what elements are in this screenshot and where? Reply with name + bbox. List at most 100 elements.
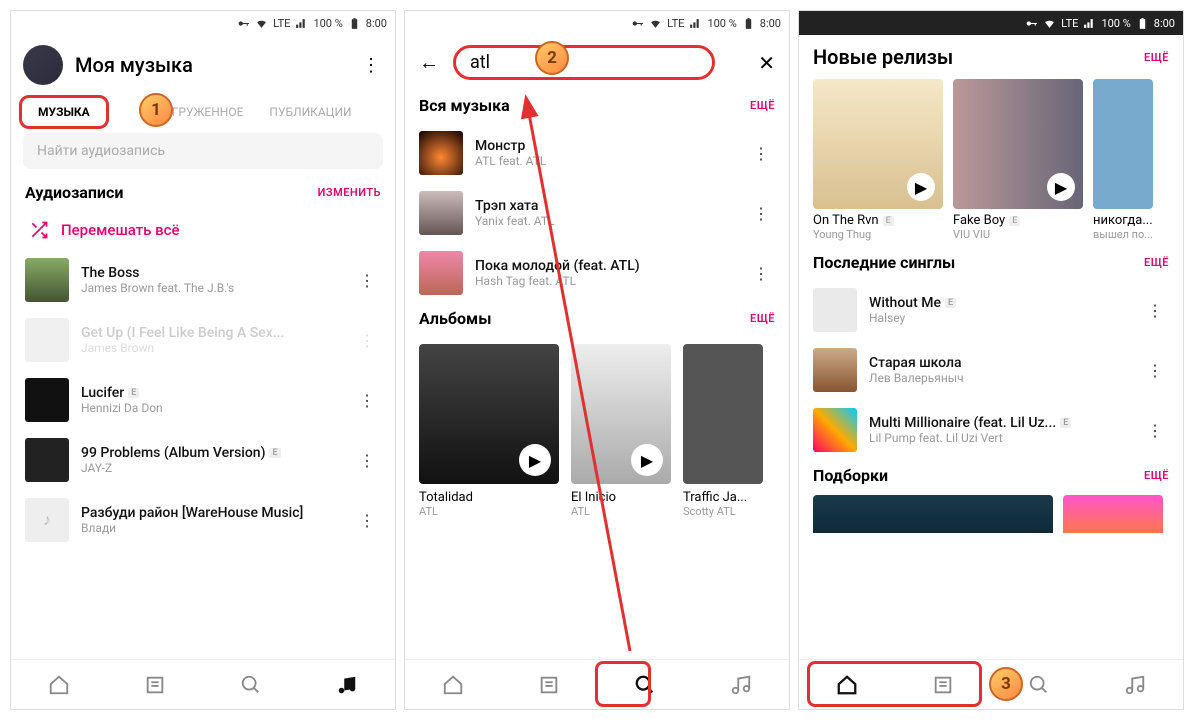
battery-icon — [348, 17, 361, 30]
search-input[interactable]: Найти аудиозапись — [23, 133, 383, 169]
nav-music-icon[interactable] — [335, 673, 359, 697]
track-thumb — [25, 378, 69, 422]
back-icon[interactable]: ← — [419, 50, 439, 75]
release-item[interactable]: никогда... вышел по... — [1093, 79, 1153, 241]
track-more-icon[interactable]: ⋮ — [353, 331, 381, 350]
track-name: Пока молодой (feat. ATL) — [475, 258, 735, 274]
play-icon[interactable]: ▶ — [1047, 173, 1075, 201]
track-more-icon[interactable]: ⋮ — [353, 511, 381, 530]
nav-feed-icon[interactable] — [143, 673, 167, 697]
section-header-albums: Альбомы ЕЩЁ — [405, 303, 789, 336]
page-title: Моя музыка — [75, 53, 347, 77]
album-artist: Scotty ATL — [683, 505, 763, 518]
more-button[interactable]: ЕЩЁ — [750, 312, 775, 325]
avatar[interactable] — [23, 45, 63, 85]
album-name: Traffic Ja... — [683, 490, 763, 505]
track-item[interactable]: МонстрATL feat. ATL ⋮ — [405, 123, 789, 183]
album-cover: ▶ — [571, 344, 671, 484]
step-badge-3: 3 — [989, 667, 1023, 701]
release-cover: ▶ — [813, 79, 943, 209]
track-item[interactable]: The BossJames Brown feat. The J.B.'s ⋮ — [11, 250, 395, 310]
key-icon — [631, 17, 644, 30]
nav-home-icon[interactable] — [47, 673, 71, 697]
nav-search-icon[interactable] — [1027, 673, 1051, 697]
track-item[interactable]: 99 Problems (Album Version)EJAY-Z ⋮ — [11, 430, 395, 490]
track-more-icon[interactable]: ⋮ — [1141, 421, 1169, 440]
status-bar: LTE 100 % 8:00 — [799, 11, 1183, 35]
section-header-allmusic: Вся музыка ЕЩЁ — [405, 90, 789, 123]
section-header-audio: Аудиозаписи ИЗМЕНИТЬ — [11, 177, 395, 210]
track-item[interactable]: Старая школаЛев Валерьяныч ⋮ — [799, 340, 1183, 400]
track-more-icon[interactable]: ⋮ — [353, 451, 381, 470]
tab-music[interactable]: МУЗЫКА — [19, 95, 109, 129]
key-icon — [1025, 17, 1038, 30]
section-header-singles: Последние синглы ЕЩЁ — [799, 247, 1183, 280]
track-thumb — [419, 131, 463, 175]
play-icon[interactable]: ▶ — [907, 173, 935, 201]
track-thumb: ♪ — [25, 498, 69, 542]
track-item[interactable]: Multi Millionaire (feat. Lil Uz...ELil P… — [799, 400, 1183, 460]
track-more-icon[interactable]: ⋮ — [353, 271, 381, 290]
release-cover — [1093, 79, 1153, 209]
nav-music-icon[interactable] — [1123, 673, 1147, 697]
track-item[interactable]: Without MeEHalsey ⋮ — [799, 280, 1183, 340]
step-badge-2: 2 — [535, 41, 569, 75]
battery-label: 100 % — [313, 17, 342, 30]
nav-home-icon[interactable] — [441, 673, 465, 697]
album-item[interactable]: ▶ Totalidad ATL — [419, 344, 559, 518]
track-item[interactable]: Пока молодой (feat. ATL)Hash Tag feat. A… — [405, 243, 789, 303]
wifi-icon — [255, 17, 268, 30]
track-more-icon[interactable]: ⋮ — [1141, 361, 1169, 380]
more-button[interactable]: ЕЩЁ — [750, 99, 775, 112]
more-button[interactable]: ЕЩЁ — [1144, 256, 1169, 269]
search-input[interactable] — [470, 52, 698, 73]
track-item[interactable]: LuciferEHennizi Da Don ⋮ — [11, 370, 395, 430]
album-cover: ▶ — [419, 344, 559, 484]
releases-row[interactable]: ▶ On The RvnE Young Thug ▶ Fake BoyE VIU… — [799, 77, 1183, 247]
nav-search-icon[interactable] — [239, 673, 263, 697]
nav-feed-icon[interactable] — [537, 673, 561, 697]
track-more-icon[interactable]: ⋮ — [747, 144, 775, 163]
track-more-icon[interactable]: ⋮ — [747, 264, 775, 283]
section-title: Аудиозаписи — [25, 183, 123, 202]
status-bar: LTE 100 % 8:00 — [405, 11, 789, 35]
track-name: Get Up (I Feel Like Being A Sex... — [81, 325, 341, 341]
play-icon[interactable]: ▶ — [631, 444, 663, 476]
track-thumb — [813, 348, 857, 392]
shuffle-button[interactable]: Перемешать всё — [11, 210, 395, 250]
phone-screen-1: LTE 100 % 8:00 Моя музыка ⋮ МУЗЫКА ЗАГРУ… — [10, 10, 396, 710]
track-more-icon[interactable]: ⋮ — [1141, 301, 1169, 320]
track-item[interactable]: Get Up (I Feel Like Being A Sex...James … — [11, 310, 395, 370]
release-name: Fake BoyE — [953, 213, 1083, 228]
collections-row[interactable] — [799, 493, 1183, 533]
more-icon[interactable]: ⋮ — [359, 55, 383, 76]
play-icon[interactable]: ▶ — [519, 444, 551, 476]
battery-icon — [1136, 17, 1149, 30]
more-button[interactable]: ЕЩЁ — [1144, 51, 1169, 64]
close-icon[interactable]: ✕ — [758, 51, 775, 75]
edit-button[interactable]: ИЗМЕНИТЬ — [318, 186, 381, 199]
nav-music-icon[interactable] — [729, 673, 753, 697]
release-item[interactable]: ▶ Fake BoyE VIU VIU — [953, 79, 1083, 241]
track-name: Разбуди район [WareHouse Music] — [81, 505, 341, 521]
collection-item[interactable] — [813, 495, 1053, 533]
tab-posts[interactable]: ПУБЛИКАЦИИ — [261, 95, 359, 129]
search-field-highlight — [453, 45, 715, 80]
track-thumb — [25, 258, 69, 302]
section-title: Новые релизы — [813, 45, 953, 69]
album-item[interactable]: Traffic Ja... Scotty ATL — [683, 344, 763, 518]
release-item[interactable]: ▶ On The RvnE Young Thug — [813, 79, 943, 241]
collection-item[interactable] — [1063, 495, 1163, 533]
signal-label: LTE — [273, 17, 290, 30]
track-more-icon[interactable]: ⋮ — [747, 204, 775, 223]
album-item[interactable]: ▶ El Inicio ATL — [571, 344, 671, 518]
battery-icon — [742, 17, 755, 30]
more-button[interactable]: ЕЩЁ — [1144, 469, 1169, 482]
release-artist: вышел по... — [1093, 228, 1153, 241]
release-name: никогда... — [1093, 213, 1153, 228]
track-name: Without MeE — [869, 295, 1129, 311]
track-item[interactable]: Трэп хатаYanix feat. ATL ⋮ — [405, 183, 789, 243]
albums-row[interactable]: ▶ Totalidad ATL ▶ El Inicio ATL Traffic … — [405, 336, 789, 522]
track-item[interactable]: ♪ Разбуди район [WareHouse Music]Влади ⋮ — [11, 490, 395, 550]
track-more-icon[interactable]: ⋮ — [353, 391, 381, 410]
